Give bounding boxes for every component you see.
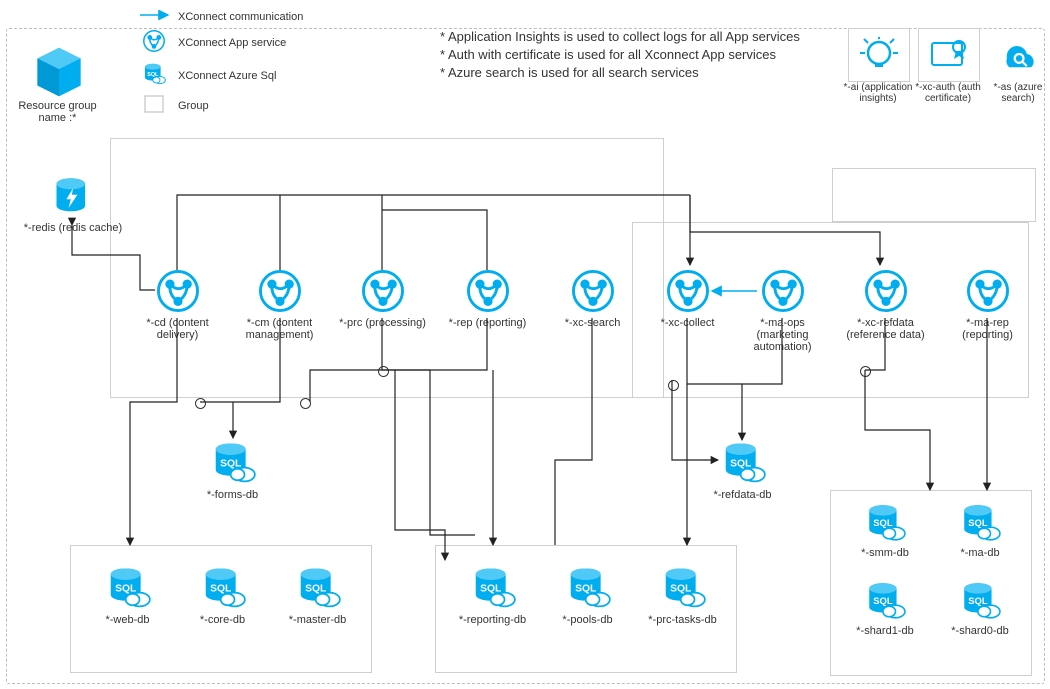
sql-icon bbox=[959, 502, 1001, 544]
sql-label: *-pools-db bbox=[540, 614, 635, 626]
redis-node: *-redis (redis cache) bbox=[18, 175, 128, 234]
architecture-notes: * Application Insights is used to collec… bbox=[440, 28, 800, 82]
legend-app-icon bbox=[140, 29, 168, 56]
app-label: *-cd (content delivery) bbox=[130, 317, 225, 341]
resource-group-label: Resource group name :* bbox=[10, 100, 105, 124]
app-maops: *-ma-ops (marketing automation) bbox=[735, 268, 830, 353]
group-refdata-app bbox=[832, 168, 1036, 222]
redis-icon bbox=[51, 175, 95, 219]
app-label: *-prc (processing) bbox=[335, 317, 430, 329]
app-icon bbox=[863, 268, 909, 314]
app-icon bbox=[665, 268, 711, 314]
app-cd: *-cd (content delivery) bbox=[130, 268, 225, 341]
sql-icon bbox=[210, 440, 256, 486]
sql-icon bbox=[470, 565, 516, 611]
legend-group-icon bbox=[140, 95, 168, 116]
cube-icon bbox=[28, 45, 90, 99]
app-label: *-cm (content management) bbox=[232, 317, 327, 341]
service-as-label: *-as (azure search) bbox=[983, 82, 1050, 104]
certificate-icon bbox=[929, 37, 969, 73]
sql-label: *-shard1-db bbox=[840, 625, 930, 637]
app-icon bbox=[965, 268, 1011, 314]
sql-label: *-ma-db bbox=[935, 547, 1025, 559]
service-as bbox=[988, 28, 1048, 80]
app-xccollect: *-xc-collect bbox=[640, 268, 735, 329]
sql-shard0: *-shard0-db bbox=[935, 580, 1025, 637]
redis-label: *-redis (redis cache) bbox=[18, 222, 128, 234]
app-icon bbox=[155, 268, 201, 314]
junction bbox=[860, 366, 871, 377]
bulb-icon bbox=[859, 37, 899, 73]
app-refdata: *-xc-refdata (reference data) bbox=[838, 268, 933, 341]
app-icon bbox=[360, 268, 406, 314]
note-line: * Auth with certificate is used for all … bbox=[440, 46, 800, 64]
app-marep: *-ma-rep (reporting) bbox=[940, 268, 1035, 341]
app-prc: *-prc (processing) bbox=[335, 268, 430, 329]
sql-icon bbox=[295, 565, 341, 611]
sql-label: *-master-db bbox=[270, 614, 365, 626]
sql-label: *-shard0-db bbox=[935, 625, 1025, 637]
sql-icon bbox=[959, 580, 1001, 622]
sql-smm: *-smm-db bbox=[840, 502, 930, 559]
sql-refdata: *-refdata-db bbox=[695, 440, 790, 501]
app-label: *-ma-rep (reporting) bbox=[940, 317, 1035, 341]
service-xcauth-label: *-xc-auth (auth certificate) bbox=[913, 82, 983, 104]
sql-master: *-master-db bbox=[270, 565, 365, 626]
app-icon bbox=[570, 268, 616, 314]
sql-icon bbox=[660, 565, 706, 611]
sql-icon bbox=[565, 565, 611, 611]
sql-label: *-prc-tasks-db bbox=[635, 614, 730, 626]
sql-label: *-web-db bbox=[80, 614, 175, 626]
legend: XConnect communication XConnect App serv… bbox=[140, 10, 380, 122]
sql-icon bbox=[720, 440, 766, 486]
legend-app-label: XConnect App service bbox=[178, 37, 286, 49]
app-label: *-rep (reporting) bbox=[440, 317, 535, 329]
sql-icon bbox=[200, 565, 246, 611]
sql-core: *-core-db bbox=[175, 565, 270, 626]
service-xc-auth bbox=[918, 28, 980, 82]
sql-forms: *-forms-db bbox=[185, 440, 280, 501]
sql-shard1: *-shard1-db bbox=[840, 580, 930, 637]
legend-group-label: Group bbox=[178, 100, 209, 112]
app-cm: *-cm (content management) bbox=[232, 268, 327, 341]
junction bbox=[668, 380, 679, 391]
sql-label: *-core-db bbox=[175, 614, 270, 626]
resource-group-node bbox=[14, 45, 104, 102]
note-line: * Azure search is used for all search se… bbox=[440, 64, 800, 82]
app-label: *-xc-collect bbox=[640, 317, 735, 329]
app-rep: *-rep (reporting) bbox=[440, 268, 535, 329]
sql-prctasks: *-prc-tasks-db bbox=[635, 565, 730, 626]
sql-label: *-refdata-db bbox=[695, 489, 790, 501]
junction bbox=[300, 398, 311, 409]
legend-comm-label: XConnect communication bbox=[178, 11, 303, 23]
note-line: * Application Insights is used to collec… bbox=[440, 28, 800, 46]
junction bbox=[195, 398, 206, 409]
sql-icon bbox=[864, 580, 906, 622]
app-icon bbox=[257, 268, 303, 314]
legend-arrow-icon bbox=[140, 10, 168, 23]
sql-reporting: *-reporting-db bbox=[445, 565, 540, 626]
sql-ma: *-ma-db bbox=[935, 502, 1025, 559]
legend-sql-icon bbox=[140, 62, 168, 89]
service-ai bbox=[848, 28, 910, 82]
search-cloud-icon bbox=[996, 34, 1040, 74]
app-xcsearch: *-xc-search bbox=[545, 268, 640, 329]
sql-pools: *-pools-db bbox=[540, 565, 635, 626]
app-icon bbox=[465, 268, 511, 314]
app-label: *-xc-search bbox=[545, 317, 640, 329]
app-label: *-ma-ops (marketing automation) bbox=[735, 317, 830, 353]
app-label: *-xc-refdata (reference data) bbox=[838, 317, 933, 341]
sql-label: *-smm-db bbox=[840, 547, 930, 559]
sql-label: *-forms-db bbox=[185, 489, 280, 501]
sql-label: *-reporting-db bbox=[445, 614, 540, 626]
sql-web: *-web-db bbox=[80, 565, 175, 626]
junction bbox=[378, 366, 389, 377]
sql-icon bbox=[864, 502, 906, 544]
app-icon bbox=[760, 268, 806, 314]
legend-sql-label: XConnect Azure Sql bbox=[178, 70, 276, 82]
sql-icon bbox=[105, 565, 151, 611]
service-ai-label: *-ai (application insights) bbox=[843, 82, 913, 104]
